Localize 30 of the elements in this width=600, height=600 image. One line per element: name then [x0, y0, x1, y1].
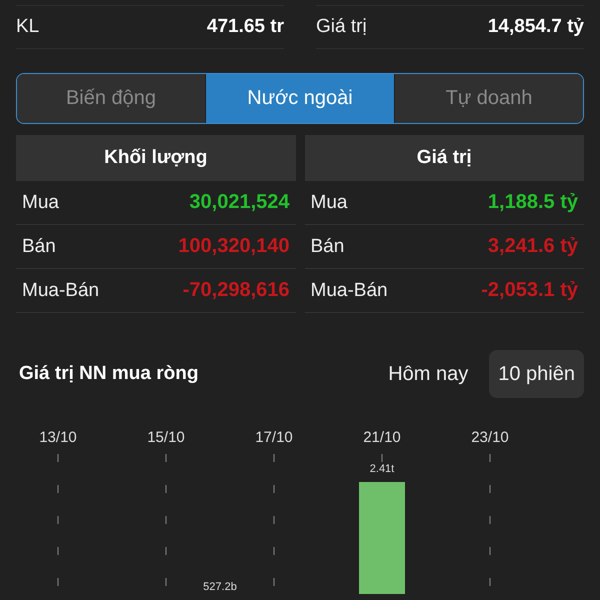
- row-label: Mua-Bán: [310, 280, 388, 302]
- summary-value: 14,854.7 tỷ: [488, 16, 584, 38]
- bar-value-label: 527.2b: [203, 581, 237, 593]
- row-value: 30,021,524: [189, 191, 290, 214]
- period-button[interactable]: Hôm nay: [379, 350, 478, 398]
- row-value: 100,320,140: [178, 235, 290, 258]
- row-value: 3,241.6 tỷ: [488, 235, 578, 258]
- row-label: Mua: [310, 192, 348, 214]
- summary-value: 471.65 tr: [206, 16, 284, 38]
- date-label: 15/10: [147, 429, 185, 446]
- date-label: 21/10: [363, 429, 401, 446]
- row-value: -70,298,616: [182, 279, 290, 302]
- segment-tab[interactable]: Biến động: [17, 74, 206, 123]
- period-button[interactable]: 10 phiên: [489, 350, 584, 398]
- row-value: 1,188.5 tỷ: [488, 191, 578, 214]
- bar-value-label: 2.41t: [370, 463, 394, 475]
- row-value: -2,053.1 tỷ: [481, 279, 578, 302]
- row-label: Bán: [310, 236, 344, 258]
- section-title: Giá trị NN mua ròng: [18, 363, 200, 385]
- segment-tab[interactable]: Nước ngoài: [206, 74, 395, 123]
- table-header: Giá trị: [304, 135, 584, 181]
- row-label: Bán: [22, 236, 56, 258]
- date-label: 17/10: [255, 429, 293, 446]
- row-label: Mua-Bán: [22, 280, 100, 302]
- date-label: 13/10: [39, 429, 77, 446]
- summary-label: Giá trị: [316, 16, 367, 38]
- row-label: Mua: [22, 192, 59, 214]
- table-header: Khối lượng: [16, 135, 296, 181]
- date-label: 23/10: [471, 429, 509, 446]
- summary-label: KL: [16, 16, 40, 38]
